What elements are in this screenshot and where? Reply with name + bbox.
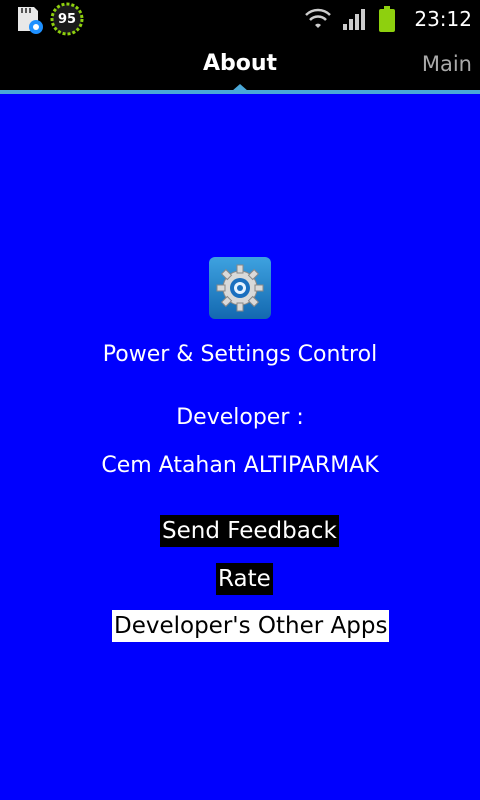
tab-main[interactable]: Main	[422, 52, 472, 76]
signal-icon	[343, 9, 366, 30]
developer-label: Developer :	[176, 405, 304, 430]
wifi-icon	[305, 8, 332, 28]
tab-bar: About Main	[0, 38, 480, 90]
status-bar: 95 23:12	[0, 0, 480, 38]
battery-percent-text: 95	[57, 11, 77, 27]
clock: 23:12	[414, 7, 472, 31]
sdcard-settings-icon	[18, 7, 43, 34]
battery-icon	[379, 6, 396, 32]
battery-percent-badge: 95	[50, 2, 84, 36]
rate-button[interactable]: Rate	[216, 563, 273, 595]
other-apps-button[interactable]: Developer's Other Apps	[112, 610, 390, 642]
tab-indicator	[0, 90, 480, 94]
tab-about[interactable]: About	[0, 51, 480, 76]
developer-name: Cem Atahan ALTIPARMAK	[101, 453, 379, 478]
send-feedback-button[interactable]: Send Feedback	[160, 515, 339, 547]
app-name: Power & Settings Control	[102, 342, 378, 367]
app-gear-icon	[209, 257, 271, 319]
